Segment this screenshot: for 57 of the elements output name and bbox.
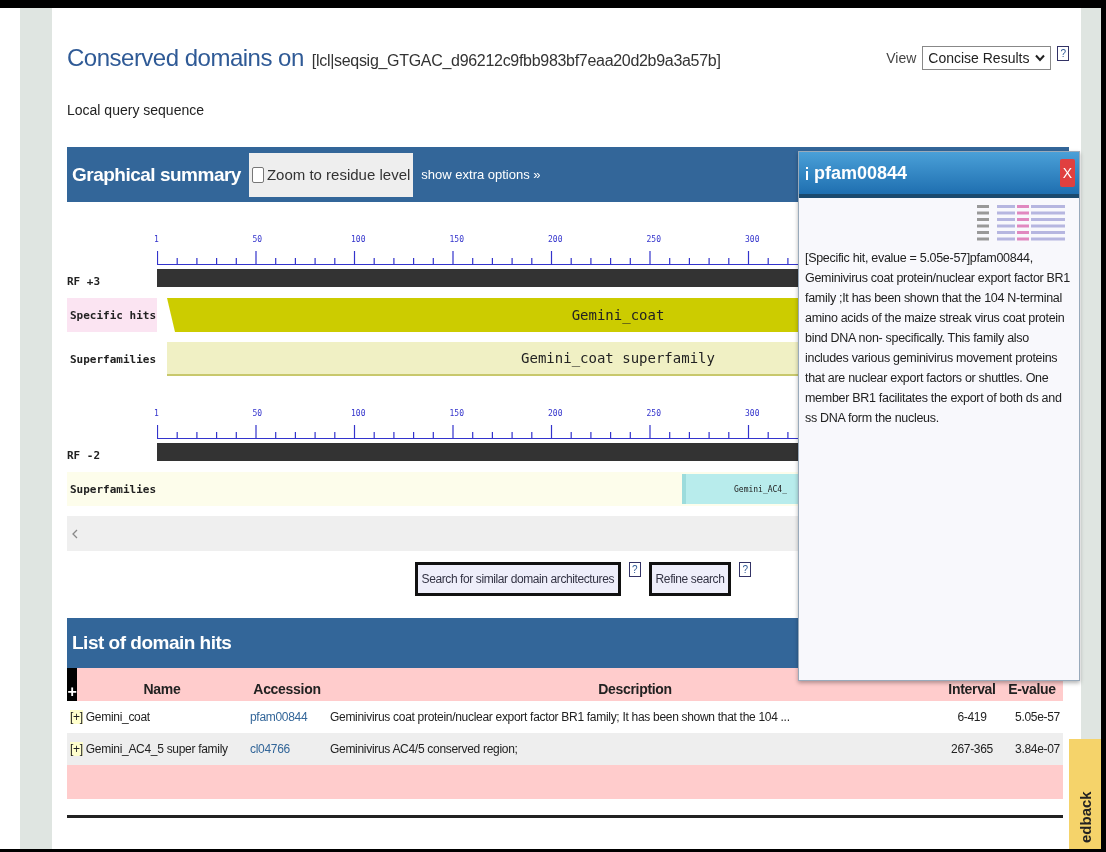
table-cell: Gemini_AC4_5 super family <box>85 742 228 756</box>
ruler-tick-label: 250 <box>646 409 661 418</box>
caret-icon <box>1035 54 1046 62</box>
ruler-tick-label: 100 <box>351 235 366 244</box>
ruler-tick-label: 150 <box>449 409 464 418</box>
view-select[interactable]: Concise Results <box>922 46 1052 70</box>
ruler-tick-label: 50 <box>252 409 263 418</box>
action-button[interactable]: Refine search <box>648 562 732 596</box>
expand-all-button[interactable]: + <box>67 668 77 701</box>
track-label: Superfamilies <box>69 481 157 498</box>
close-button[interactable]: X <box>1059 159 1075 187</box>
track-label: Superfamilies <box>69 351 157 368</box>
track-label: Specific hits <box>67 298 157 332</box>
column-header[interactable]: Name <box>77 668 247 701</box>
expand-toggle[interactable]: [+] <box>70 742 83 756</box>
expand-toggle[interactable]: [+] <box>70 710 83 724</box>
reading-frame-label: RF -2 <box>67 448 102 462</box>
ruler-tick-label: 1 <box>154 235 159 244</box>
ruler-tick-label: 200 <box>548 409 563 418</box>
feedback-tab[interactable]: edback <box>1069 739 1101 849</box>
help-icon[interactable]: ? <box>739 562 751 577</box>
view-label: View <box>886 50 917 66</box>
query-description: Local query sequence <box>67 102 205 118</box>
accession-link[interactable]: cl04766 <box>250 742 290 756</box>
table-cell: Geminivirus coat protein/nuclear export factor BR1 family; It has been shown that the 104 ... <box>330 710 790 724</box>
column-header[interactable]: Description <box>327 668 943 701</box>
info-icon <box>805 166 809 180</box>
table-cell: 6-419 <box>957 710 987 724</box>
ruler-tick-label: 300 <box>745 235 760 244</box>
table-cell: 267-365 <box>951 742 993 756</box>
table-cell: Geminivirus AC4/5 conserved region; <box>330 742 518 756</box>
ruler-tick-label: 150 <box>449 235 464 244</box>
section-title: Graphical summary <box>71 163 241 186</box>
ruler-tick-label: 200 <box>548 235 563 244</box>
ruler-tick-label: 1 <box>154 409 159 418</box>
action-button[interactable]: Search for similar domain architectures <box>414 562 622 596</box>
ruler-tick-label: 300 <box>745 409 760 418</box>
popup-title: pfam00844 <box>814 162 909 184</box>
checkbox-label: Zoom to residue level <box>266 166 411 183</box>
table-cell: Gemini_coat <box>85 710 150 724</box>
page-title: Conserved domains on <box>67 44 304 72</box>
extra-options-link[interactable]: show extra options » <box>421 167 541 182</box>
column-header[interactable]: Accession <box>247 668 327 701</box>
accession-link[interactable]: pfam00844 <box>250 710 308 724</box>
reading-frame-label: RF +3 <box>67 274 102 288</box>
scroll-left-icon[interactable] <box>72 528 78 539</box>
section-title: List of domain hits <box>71 632 232 654</box>
help-icon[interactable]: ? <box>1057 46 1069 61</box>
zoom-checkbox[interactable]: Zoom to residue level <box>248 152 414 197</box>
table-cell: 3.84e-07 <box>1015 742 1060 756</box>
help-icon[interactable]: ? <box>629 562 641 577</box>
ruler-tick-label: 250 <box>646 235 661 244</box>
checkbox[interactable] <box>251 166 264 183</box>
table-cell: 5.05e-57 <box>1015 710 1060 724</box>
ruler-tick-label: 50 <box>252 235 263 244</box>
ruler-tick-label: 100 <box>351 409 366 418</box>
query-id: [lcl|seqsig_GTGAC_d96212c9fbb983bf7eaa20d2b9a3a57b] <box>311 52 721 70</box>
